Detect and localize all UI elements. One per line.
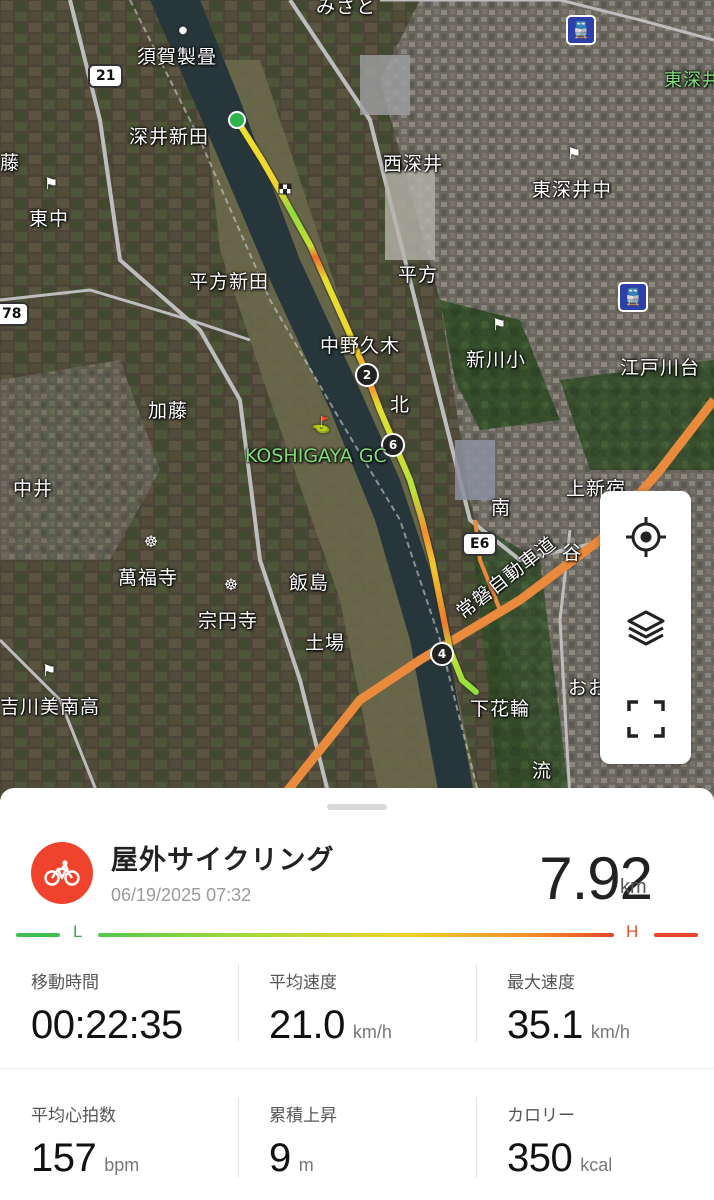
map-label: みさと xyxy=(316,0,377,18)
map-label: 流 xyxy=(532,760,553,782)
school-icon: ⚑ xyxy=(491,315,507,334)
map-label: 中井 xyxy=(13,478,54,500)
legend-low-line xyxy=(16,933,60,937)
map-label: 東深井中 xyxy=(532,179,613,201)
route-78-badge: 78 xyxy=(0,302,30,326)
stat-label: 移動時間 xyxy=(31,973,99,993)
map-label: 北 xyxy=(390,394,411,416)
stat-unit: kcal xyxy=(580,1155,613,1175)
stat-label: カロリー xyxy=(507,1106,575,1126)
stat-value: 21.0 xyxy=(269,1003,345,1047)
map-label: 新川小 xyxy=(466,349,527,371)
stat-unit: km/h xyxy=(352,1022,392,1042)
activity-summary-sheet: 屋外サイクリング 06/19/2025 07:32 7.92 km L H 移動… xyxy=(0,788,714,1200)
map-label: 下花輪 xyxy=(470,698,531,720)
intensity-legend: L H xyxy=(0,922,714,950)
layers-icon xyxy=(627,610,664,645)
stat-label: 累積上昇 xyxy=(269,1106,337,1126)
map-label: 土場 xyxy=(305,632,346,654)
lap-marker: 4 xyxy=(430,642,454,666)
divider xyxy=(238,1098,239,1178)
map-label: 南 xyxy=(491,497,512,519)
stat-unit: km/h xyxy=(590,1022,630,1042)
distance-unit: km xyxy=(620,876,647,898)
golf-icon: ⛳ xyxy=(311,415,331,434)
stat-value: 9 xyxy=(269,1136,291,1180)
legend-gradient-bar xyxy=(98,933,614,937)
layers-button[interactable] xyxy=(600,582,691,673)
map-label: 西深井 xyxy=(383,153,444,175)
stat-value: 35.1 xyxy=(507,1003,583,1047)
activity-datetime: 06/19/2025 07:32 xyxy=(111,885,252,905)
school-icon: ⚑ xyxy=(41,661,57,680)
bicycle-icon xyxy=(44,860,80,886)
map-label: 谷 xyxy=(562,542,583,564)
legend-low-label: L xyxy=(73,922,83,941)
school-icon: ⚑ xyxy=(43,174,59,193)
train-station-icon: 🚆 xyxy=(618,282,648,312)
map-label: 飯島 xyxy=(289,572,330,594)
map-label: 須賀製畳 xyxy=(137,46,218,68)
fullscreen-button[interactable] xyxy=(600,673,691,764)
school-icon: ⚑ xyxy=(566,144,582,163)
stat-value: 350 xyxy=(507,1136,573,1180)
map-label: 萬福寺 xyxy=(118,567,179,589)
activity-type-badge xyxy=(31,842,93,904)
divider xyxy=(476,964,477,1042)
map-label: 深井新田 xyxy=(129,126,210,148)
place-dot-icon: ● xyxy=(178,25,188,36)
map-controls-panel xyxy=(600,491,691,764)
legend-high-label: H xyxy=(626,922,639,941)
lap-marker: 2 xyxy=(355,363,379,387)
map-label: 平方新田 xyxy=(189,271,270,293)
stat-label: 平均速度 xyxy=(269,973,337,993)
train-station-icon: 🚆 xyxy=(566,15,596,45)
stat-label: 最大速度 xyxy=(507,973,575,993)
stat-label: 平均心拍数 xyxy=(31,1106,116,1126)
activity-title: 屋外サイクリング xyxy=(111,845,335,876)
stat-max-speed: 最大速度 35.1 km/h xyxy=(507,968,714,1048)
divider xyxy=(238,964,239,1042)
row-divider xyxy=(0,1068,714,1069)
route-21-badge: 21 xyxy=(88,64,124,88)
drag-handle[interactable] xyxy=(327,804,387,810)
stat-unit: bpm xyxy=(104,1155,140,1175)
map-label: 吉川美南高 xyxy=(0,696,101,718)
stat-value: 00:22:35 xyxy=(31,1003,183,1047)
map-label: 藤 xyxy=(0,152,21,174)
temple-icon: ☸ xyxy=(223,575,239,594)
map-label: 東中 xyxy=(29,208,70,230)
map-view[interactable]: 21 78 E6 🚆 🚆 ⚑ ⚑ ⚑ ⚑ ☸ ☸ ⛳ ● 2 6 4 みさと 須… xyxy=(0,0,714,800)
stat-unit: m xyxy=(298,1155,314,1175)
map-label: 東深井 xyxy=(664,70,714,91)
map-label: 中野久木 xyxy=(320,335,401,357)
map-label: KOSHIGAYA GC xyxy=(245,445,387,467)
legend-high-line xyxy=(654,933,698,937)
stat-moving-time: 移動時間 00:22:35 xyxy=(31,968,269,1048)
map-label: 江戸川台 xyxy=(620,357,701,379)
stat-calories: カロリー 350 kcal xyxy=(507,1101,714,1181)
stat-elevation-gain: 累積上昇 9m xyxy=(269,1101,507,1181)
temple-icon: ☸ xyxy=(143,532,159,551)
map-label: 平方 xyxy=(398,264,439,286)
stat-avg-speed: 平均速度 21.0 km/h xyxy=(269,968,507,1048)
map-label: 宗円寺 xyxy=(198,610,259,632)
fullscreen-icon xyxy=(626,699,665,738)
map-label: 加藤 xyxy=(148,400,189,422)
route-e6-badge: E6 xyxy=(462,532,498,556)
crosshair-icon xyxy=(625,516,666,557)
locate-button[interactable] xyxy=(600,491,691,582)
stat-avg-heart-rate: 平均心拍数 157 bpm xyxy=(31,1101,269,1181)
stat-value: 157 xyxy=(31,1136,97,1180)
divider xyxy=(476,1098,477,1178)
